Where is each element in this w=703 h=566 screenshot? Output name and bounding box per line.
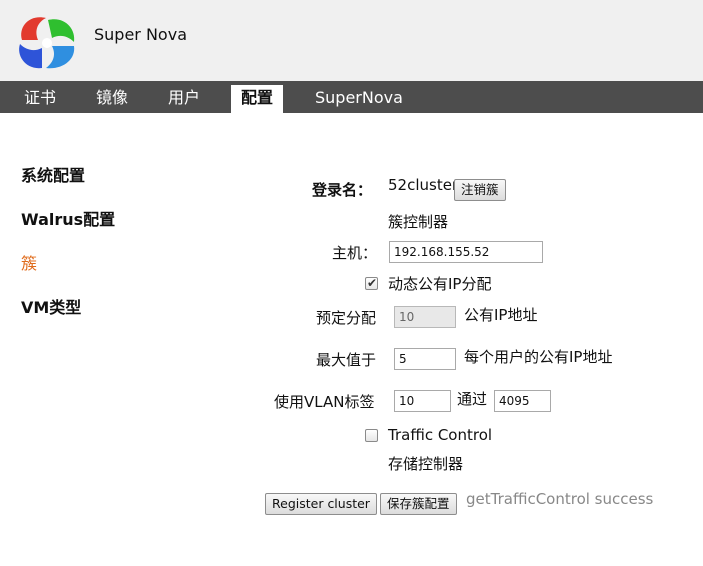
checkmark-icon: ✔: [367, 276, 378, 290]
save-cluster-config-button[interactable]: 保存簇配置: [380, 493, 457, 515]
tab-certificates[interactable]: 证书: [24, 81, 56, 113]
tab-users[interactable]: 用户: [168, 81, 200, 113]
app-title: Super Nova: [94, 25, 187, 44]
traffic-control-label: Traffic Control: [388, 426, 493, 444]
storage-controller-heading: 存储控制器: [388, 455, 464, 473]
sidebar-item-walrus-config[interactable]: Walrus配置: [21, 206, 115, 230]
cluster-controller-heading: 簇控制器: [388, 213, 449, 231]
supernova-logo-icon: [19, 17, 75, 69]
host-label: 主机：: [332, 244, 378, 262]
deregister-cluster-button[interactable]: 注销簇: [454, 179, 506, 201]
login-label: 登录名：: [312, 181, 373, 199]
main-nav: 证书 镜像 用户 配置 SuperNova: [0, 81, 703, 113]
max-unit: 每个用户的公有IP地址: [464, 348, 613, 366]
tab-supernova[interactable]: SuperNova: [315, 81, 403, 113]
login-value: 52cluster: [388, 176, 459, 194]
reserved-unit: 公有IP地址: [464, 306, 538, 324]
reserved-label: 预定分配: [316, 309, 377, 327]
reserved-input[interactable]: [394, 306, 456, 328]
vlan-label: 使用VLAN标签: [274, 393, 375, 411]
status-message: getTrafficControl success: [466, 490, 654, 508]
dynamic-ip-checkbox[interactable]: ✔: [365, 276, 378, 290]
vlan-separator: 通过: [457, 390, 488, 408]
tab-images[interactable]: 镜像: [96, 81, 128, 113]
register-cluster-button[interactable]: Register cluster: [265, 493, 377, 515]
sidebar-item-clusters[interactable]: 簇: [21, 250, 37, 274]
vlan-max-input[interactable]: [494, 390, 551, 412]
dynamic-ip-label: 动态公有IP分配: [388, 275, 492, 293]
host-input[interactable]: [389, 241, 543, 263]
vlan-min-input[interactable]: [394, 390, 451, 412]
tab-configuration[interactable]: 配置: [231, 85, 284, 113]
sidebar-item-vm-types[interactable]: VM类型: [21, 294, 81, 318]
max-input[interactable]: [394, 348, 456, 370]
sidebar-item-system-config[interactable]: 系统配置: [21, 162, 85, 186]
traffic-control-checkbox[interactable]: [365, 429, 378, 442]
max-label: 最大值于: [316, 351, 377, 369]
app-header: Super Nova: [0, 0, 703, 81]
